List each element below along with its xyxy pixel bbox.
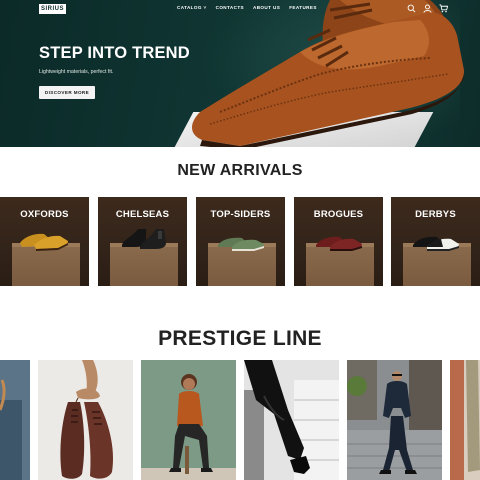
- prestige-photo-seated-man[interactable]: [141, 360, 236, 480]
- cart-icon[interactable]: [439, 4, 448, 13]
- prestige-gallery: [0, 360, 480, 480]
- category-label: OXFORDS: [20, 209, 69, 220]
- derby-shoes-image: [413, 236, 459, 251]
- new-arrivals-heading: NEW ARRIVALS: [177, 162, 303, 179]
- display-box: [403, 246, 471, 286]
- top-sider-shoes-image: [218, 237, 264, 251]
- nav-about-us[interactable]: ABOUT US: [253, 5, 280, 10]
- category-card-top-siders[interactable]: TOP-SIDERS: [196, 197, 285, 286]
- prestige-photo-partial-right[interactable]: [450, 360, 480, 480]
- category-label: CHELSEAS: [115, 209, 170, 220]
- hero-shoe-image: [192, 0, 465, 147]
- user-icon[interactable]: [423, 4, 432, 13]
- category-card-brogues[interactable]: BROGUES: [294, 197, 383, 286]
- prestige-photo-stairs-bw[interactable]: [244, 360, 339, 480]
- discover-more-button[interactable]: DISCOVER MORE: [39, 86, 95, 99]
- nav-catalog[interactable]: CATALOG ˅: [177, 5, 207, 10]
- category-cards: OXFORDS CHELSEAS TOP-SIDERS BROGUES DERB…: [0, 197, 480, 286]
- display-box: [110, 246, 178, 286]
- nav-contacts[interactable]: CONTACTS: [216, 5, 244, 10]
- category-card-chelseas[interactable]: CHELSEAS: [98, 197, 187, 286]
- hero-subtitle: Lightweight materials, perfect fit.: [39, 69, 114, 75]
- category-label: DERBYS: [415, 209, 456, 220]
- category-card-derbys[interactable]: DERBYS: [391, 197, 480, 286]
- brogue-shoes-image: [316, 236, 362, 251]
- brand-logo[interactable]: SIRIUS: [39, 4, 67, 14]
- prestige-line-heading: PRESTIGE LINE: [158, 327, 322, 350]
- oxford-shoes-image: [20, 233, 68, 251]
- hero-banner: SIRIUS CATALOG ˅ CONTACTS ABOUT US FEATU…: [0, 0, 480, 147]
- prestige-photo-partial-left[interactable]: [0, 360, 30, 480]
- header-actions: [407, 4, 448, 13]
- category-label: BROGUES: [313, 209, 364, 220]
- category-card-oxfords[interactable]: OXFORDS: [0, 197, 89, 286]
- nav-catalog-label: CATALOG: [177, 5, 202, 10]
- display-box: [12, 246, 80, 286]
- hero-title: STEP INTO TREND: [39, 44, 190, 62]
- display-box: [306, 246, 374, 286]
- prestige-photo-holding-shoes[interactable]: [38, 360, 133, 480]
- display-box: [208, 246, 276, 286]
- prestige-photo-walking-man[interactable]: [347, 360, 442, 480]
- main-nav: CATALOG ˅ CONTACTS ABOUT US FEATURES: [177, 5, 317, 10]
- search-icon[interactable]: [407, 4, 416, 13]
- category-label: TOP-SIDERS: [210, 209, 271, 220]
- chelsea-boots-image: [122, 229, 166, 249]
- nav-features[interactable]: FEATURES: [289, 5, 317, 10]
- chevron-down-icon: ˅: [203, 5, 207, 10]
